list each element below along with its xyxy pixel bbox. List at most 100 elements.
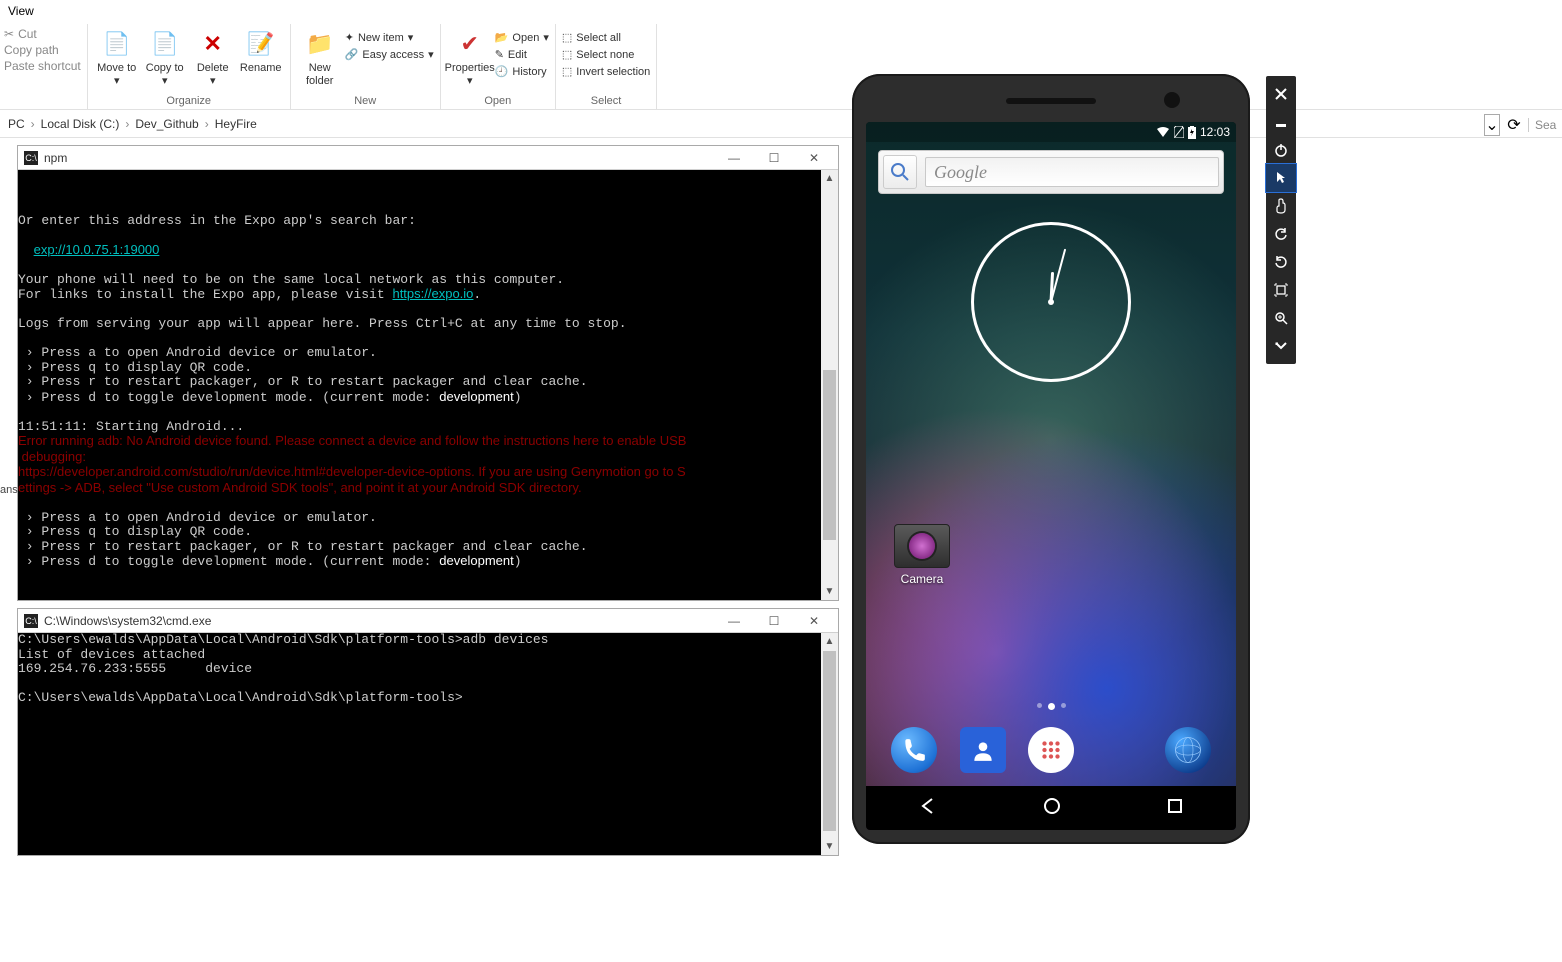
breadcrumb-disk[interactable]: Local Disk (C:) [41,117,120,131]
back-button[interactable] [918,796,938,821]
delete-icon: ✕ [197,28,229,60]
home-button[interactable] [1042,796,1062,821]
emu-rotate-cw-button[interactable] [1266,248,1296,276]
wifi-icon [1156,126,1170,138]
google-search-widget[interactable]: Google [878,150,1224,194]
new-group-label: New [354,95,376,109]
cmd-terminal-output[interactable]: C:\Users\ewalds\AppData\Local\Android\Sd… [18,633,838,706]
scroll-down-icon[interactable]: ▼ [821,838,838,855]
emu-more-button[interactable] [1266,332,1296,360]
recents-button[interactable] [1166,797,1184,820]
ribbon-tab-view[interactable]: View [0,0,1562,22]
copy-to-button[interactable]: 📄Copy to▾ [142,24,188,95]
easy-access-button[interactable]: 🔗 Easy access ▾ [345,47,434,62]
breadcrumb[interactable]: PC› Local Disk (C:)› Dev_Github› HeyFire [0,110,1562,138]
scroll-thumb[interactable] [823,370,836,540]
android-status-bar[interactable]: 12:03 [866,122,1236,142]
scroll-up-icon[interactable]: ▲ [821,633,838,650]
android-dock [866,720,1236,780]
browser-app[interactable] [1165,727,1211,773]
new-item-label: New item [358,32,404,44]
emu-close-button[interactable] [1266,80,1296,108]
cut-button[interactable]: ✂ Cut [4,26,81,42]
edit-button[interactable]: ✎ Edit [495,47,549,62]
refresh-button[interactable]: ⟳ [1502,114,1526,136]
cmd-terminal-window: C:\C:\Windows\system32\cmd.exe — ☐ ✕ C:\… [17,608,839,856]
folder-icon: 📁 [304,28,336,60]
search-input[interactable]: Sea [1528,118,1558,132]
copy-icon: 📄 [149,28,181,60]
camera-label: Camera [890,572,954,586]
status-time: 12:03 [1200,125,1230,139]
paste-shortcut-label: Paste shortcut [4,59,81,73]
npm-terminal-output[interactable]: Or enter this address in the Expo app's … [18,170,838,570]
rename-button[interactable]: 📝Rename [238,24,284,95]
search-icon[interactable] [883,155,917,189]
scroll-thumb[interactable] [823,651,836,831]
clock-center [1048,299,1054,305]
emu-zoom-button[interactable] [1266,304,1296,332]
move-to-button[interactable]: 📄Move to▾ [94,24,140,95]
emu-pointer-button[interactable] [1266,164,1296,192]
emu-fit-button[interactable] [1266,276,1296,304]
open-label: Open [512,32,539,44]
emu-minimize-button[interactable] [1266,108,1296,136]
android-emulator: 12:03 Google Camera [852,74,1250,844]
emu-rotate-ccw-button[interactable] [1266,220,1296,248]
breadcrumb-pc[interactable]: PC [8,117,25,131]
close-button[interactable]: ✕ [794,148,834,168]
truncated-text: ans [0,484,18,496]
maximize-button[interactable]: ☐ [754,148,794,168]
clock-widget[interactable] [971,222,1131,382]
android-nav-bar [866,786,1236,830]
scrollbar[interactable]: ▲ ▼ [821,170,838,600]
emu-power-button[interactable] [1266,136,1296,164]
invert-selection-button[interactable]: ⬚ Invert selection [562,64,650,79]
select-all-button[interactable]: ⬚ Select all [562,30,650,45]
properties-button[interactable]: ✔Properties▾ [447,24,493,95]
cmd-icon: C:\ [24,151,38,165]
maximize-button[interactable]: ☐ [754,611,794,631]
emu-touch-button[interactable] [1266,192,1296,220]
properties-label: Properties [445,62,495,75]
select-all-label: Select all [576,32,621,44]
chevron-right-icon: › [205,117,209,131]
breadcrumb-heyfire[interactable]: HeyFire [215,117,257,131]
camera-icon [894,524,950,568]
ribbon-new-group: 📁New folder ✦ New item ▾ 🔗 Easy access ▾… [291,24,441,109]
emulator-toolbar [1266,76,1296,364]
address-dropdown[interactable]: ⌄ [1484,114,1500,136]
open-group-label: Open [484,95,511,109]
npm-title: npm [44,151,67,165]
new-item-button[interactable]: ✦ New item ▾ [345,30,434,45]
page-indicator[interactable] [866,703,1236,710]
breadcrumb-dev[interactable]: Dev_Github [135,117,198,131]
scrollbar[interactable]: ▲ ▼ [821,633,838,855]
paste-shortcut-button[interactable]: Paste shortcut [4,58,81,74]
minimize-button[interactable]: — [714,148,754,168]
easy-access-label: Easy access [362,49,424,61]
emulator-screen[interactable]: 12:03 Google Camera [866,122,1236,830]
battery-icon [1188,126,1196,139]
apps-drawer[interactable] [1028,727,1074,773]
delete-button[interactable]: ✕Delete▾ [190,24,236,95]
cmd-icon: C:\ [24,614,38,628]
scroll-down-icon[interactable]: ▼ [821,583,838,600]
history-label: History [512,66,546,78]
scroll-up-icon[interactable]: ▲ [821,170,838,187]
open-button[interactable]: 📂 Open ▾ [495,30,549,45]
history-button[interactable]: 🕘 History [495,64,549,79]
google-search-input[interactable]: Google [925,157,1219,187]
npm-titlebar[interactable]: C:\ npm — ☐ ✕ [18,146,838,170]
cmd-titlebar[interactable]: C:\C:\Windows\system32\cmd.exe — ☐ ✕ [18,609,838,633]
new-folder-button[interactable]: 📁New folder [297,24,343,95]
camera-app[interactable]: Camera [890,524,954,586]
copy-path-button[interactable]: Copy path [4,42,81,58]
close-button[interactable]: ✕ [794,611,834,631]
select-none-button[interactable]: ⬚ Select none [562,47,650,62]
phone-app[interactable] [891,727,937,773]
move-icon: 📄 [101,28,133,60]
no-sim-icon [1174,126,1184,138]
minimize-button[interactable]: — [714,611,754,631]
contacts-app[interactable] [960,727,1006,773]
